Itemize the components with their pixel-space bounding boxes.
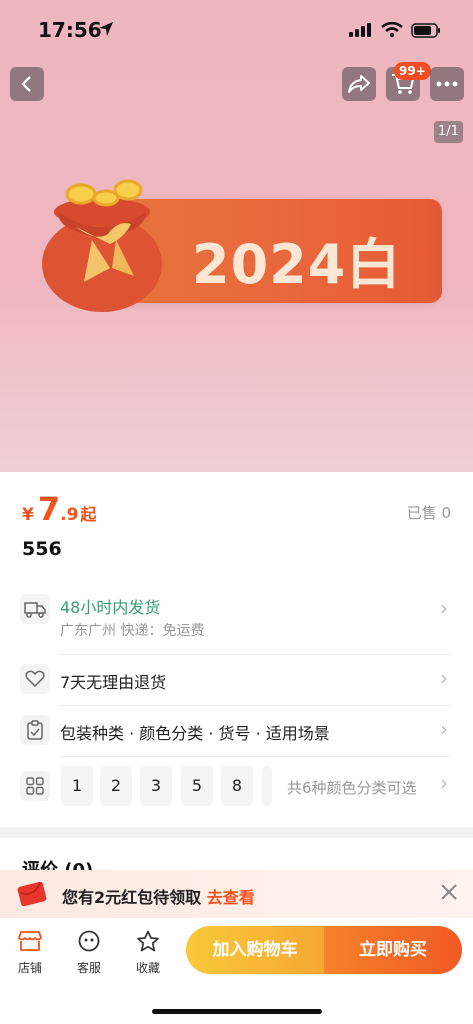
battery-icon (411, 22, 440, 38)
close-icon[interactable] (439, 882, 459, 902)
tab-favorite[interactable]: 收藏 (128, 930, 168, 976)
product-name: 556 (22, 538, 62, 560)
banner-text: 2024白 (192, 233, 402, 296)
buy-now-button[interactable]: 立即购买 (324, 926, 462, 974)
divider (60, 705, 450, 706)
option-chip[interactable]: 8 (221, 766, 253, 806)
status-time: 17:56 (38, 18, 102, 42)
location-arrow-icon (99, 22, 113, 36)
star-icon (137, 930, 159, 952)
share-icon (348, 75, 370, 93)
options-more-label: 共6种颜色分类可选 (287, 779, 417, 797)
option-chip[interactable]: 5 (181, 766, 213, 806)
more-dots-icon (436, 81, 458, 87)
specs-label: 包装种类 · 颜色分类 · 货号 · 适用场景 (60, 724, 330, 743)
tab-shop[interactable]: 店铺 (10, 930, 50, 976)
heart-icon (20, 664, 50, 694)
share-button[interactable] (342, 67, 376, 101)
more-button[interactable] (430, 67, 464, 101)
chat-face-icon (78, 930, 100, 952)
chevron-right-icon: › (440, 771, 448, 795)
returns-label: 7天无理由退货 (60, 673, 167, 692)
wifi-icon (381, 22, 403, 38)
chevron-right-icon: › (440, 717, 448, 741)
red-packet-message: 您有2元红包待领取 (62, 888, 202, 907)
sold-count: 已售 0 (406, 504, 451, 522)
tab-service-label: 客服 (76, 961, 101, 975)
divider (60, 654, 450, 655)
price-suffix: 起 (80, 505, 97, 524)
red-packet-bar[interactable]: 您有2元红包待领取 去查看 (0, 870, 473, 918)
shipping-subtitle: 广东广州 快递：免运费 (60, 623, 205, 639)
option-chip[interactable]: 1 (61, 766, 93, 806)
divider (60, 756, 450, 757)
product-image-area[interactable]: 17:56 99+ 1/1 2024白 (0, 0, 473, 472)
red-packet-text: 您有2元红包待领取 去查看 (62, 884, 255, 908)
returns-row[interactable]: 7天无理由退货 › (20, 664, 450, 700)
chevron-right-icon: › (440, 666, 448, 690)
shipping-title: 48小时内发货 (60, 598, 161, 617)
status-bar: 17:56 (0, 16, 473, 48)
option-chip-partial[interactable] (262, 766, 272, 806)
home-indicator (152, 1009, 322, 1014)
tab-favorite-label: 收藏 (135, 961, 160, 975)
image-pager: 1/1 (434, 121, 463, 143)
red-envelope-icon (17, 881, 47, 907)
shipping-row[interactable]: 48小时内发货 广东广州 快递：免运费 › (20, 592, 450, 654)
option-chip[interactable]: 3 (140, 766, 172, 806)
grid-icon (20, 771, 50, 801)
back-button[interactable] (10, 67, 44, 101)
add-to-cart-button[interactable]: 加入购物车 (186, 926, 324, 974)
clipboard-icon (20, 715, 50, 745)
price-integer: 7 (37, 490, 61, 528)
truck-icon (20, 594, 50, 624)
red-packet-link[interactable]: 去查看 (207, 888, 255, 907)
price-decimal: .9 (60, 505, 79, 525)
cart-badge: 99+ (394, 62, 431, 80)
option-chip[interactable]: 2 (100, 766, 132, 806)
money-bag-icon (42, 179, 162, 312)
specs-row[interactable]: 包装种类 · 颜色分类 · 货号 · 适用场景 › (20, 715, 450, 751)
chevron-right-icon: › (440, 596, 448, 620)
shop-icon (18, 931, 42, 951)
price: ¥ 7 .9 起 (22, 490, 96, 528)
tab-shop-label: 店铺 (17, 961, 42, 975)
signal-icon (349, 23, 371, 37)
chevron-left-icon (21, 76, 31, 92)
price-currency: ¥ (22, 505, 34, 525)
tab-service[interactable]: 客服 (69, 930, 109, 976)
